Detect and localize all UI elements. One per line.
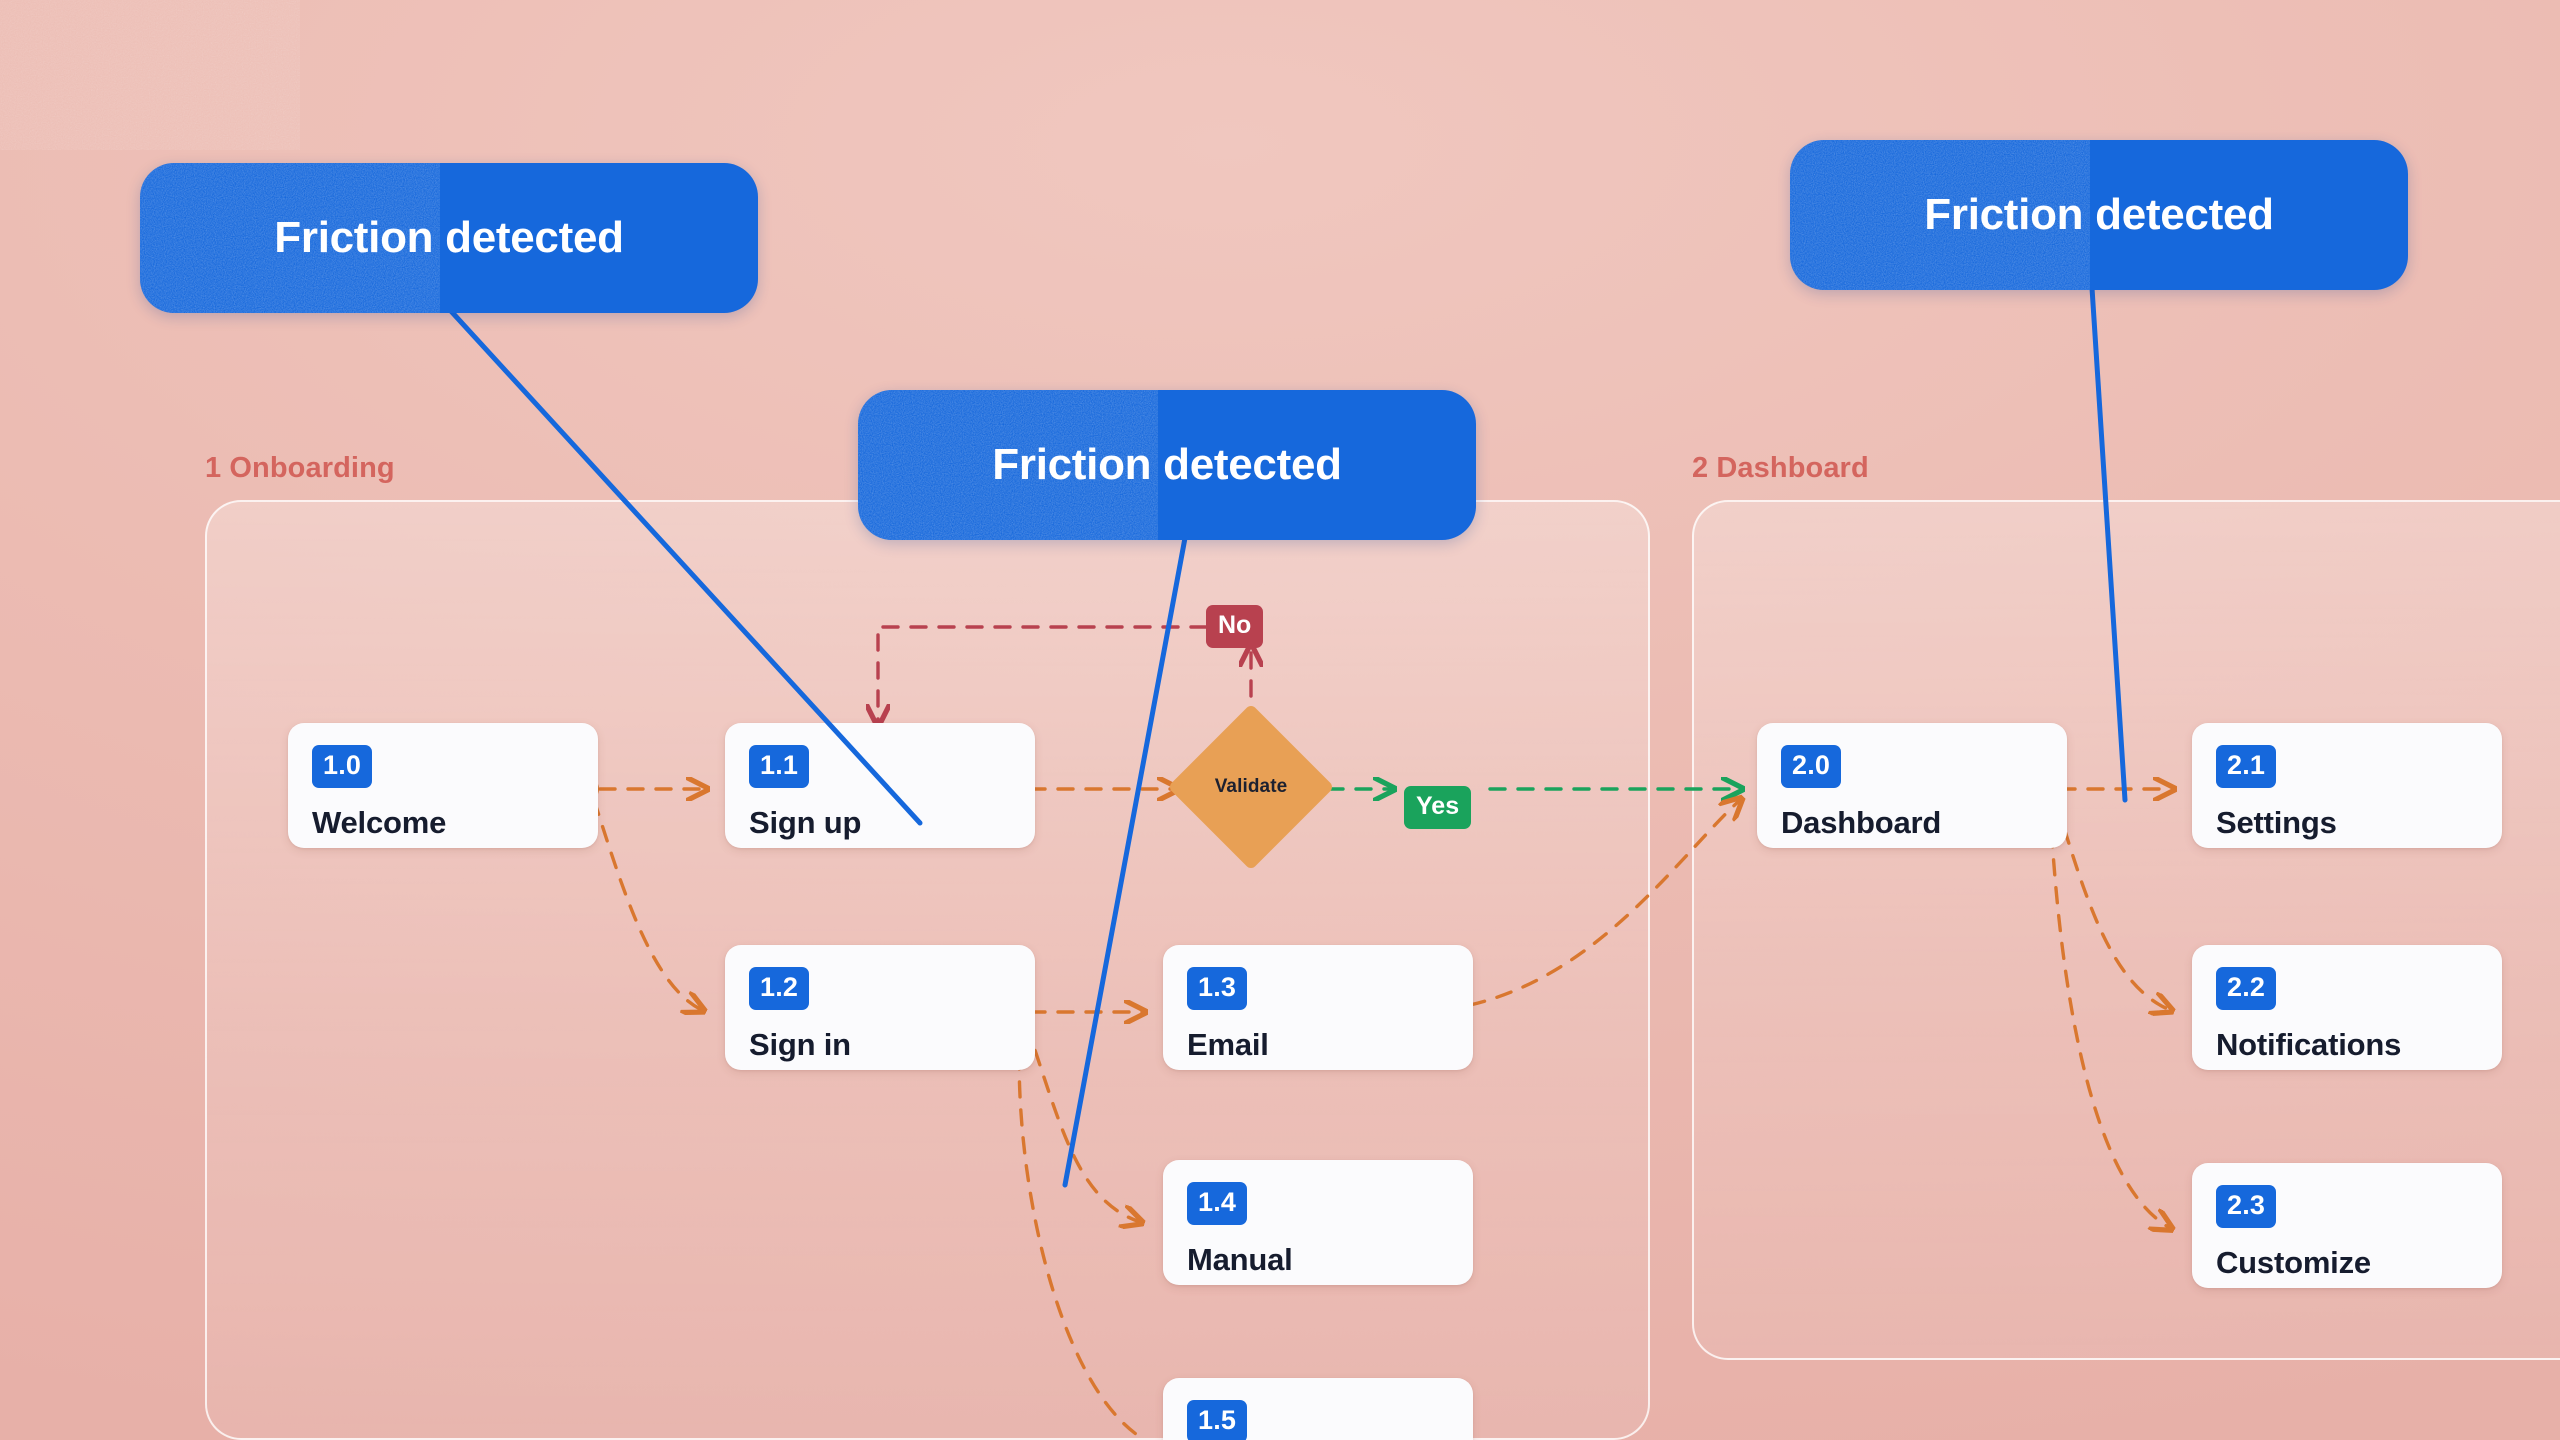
leader-line-friction-2 xyxy=(1062,535,1188,1188)
annotation-label: Friction detected xyxy=(1924,190,2274,239)
friction-2[interactable]: Friction detected xyxy=(858,390,1476,540)
flowchart-canvas: 1 Onboarding 2 Dashboard Validate No Yes… xyxy=(0,0,2560,1440)
friction-3[interactable]: Friction detected xyxy=(1790,140,2408,290)
leader-line-friction-3 xyxy=(2089,285,2128,803)
friction-1[interactable]: Friction detected xyxy=(140,163,758,313)
annotation-label: Friction detected xyxy=(274,213,624,262)
annotation-label: Friction detected xyxy=(992,440,1342,489)
leader-line-friction-1 xyxy=(447,307,923,826)
